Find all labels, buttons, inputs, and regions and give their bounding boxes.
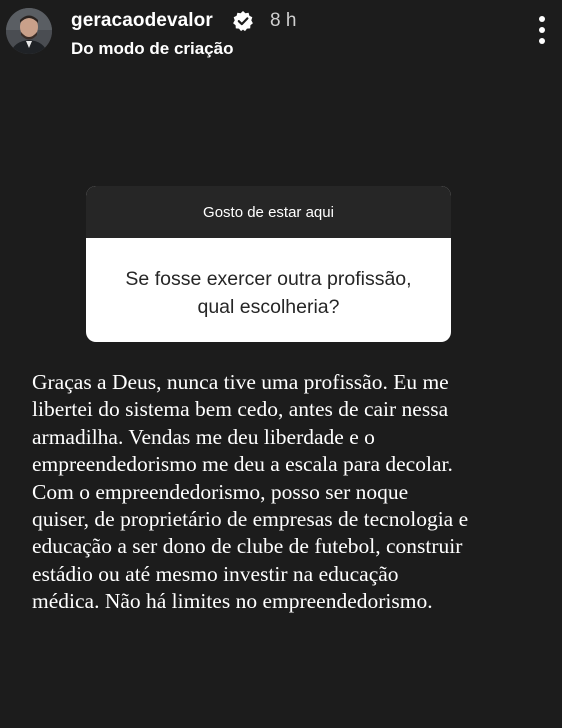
question-sticker[interactable]: Gosto de estar aqui Se fosse exercer out… — [86, 186, 451, 342]
story-view: geracaodevalor 8 h Do modo de criação Go… — [0, 0, 562, 728]
post-time: 8 h — [270, 10, 297, 31]
answer-line: Com o empreendedorismo, posso ser noque — [32, 479, 409, 504]
story-subtitle: Do modo de criação — [71, 39, 234, 58]
verified-badge-icon — [233, 11, 253, 32]
answer-line: médica. Não há limites no empreendedoris… — [32, 589, 433, 614]
sticker-question: Se fosse exercer outra profissão, qual e… — [96, 265, 441, 321]
avatar[interactable] — [6, 8, 52, 54]
sticker-header-text: Gosto de estar aqui — [203, 204, 334, 221]
answer-line: estádio ou até mesmo investir na educaçã… — [32, 561, 399, 586]
answer-line: empreendedorismo me deu a escala para de… — [32, 452, 453, 477]
answer-line: educação a ser dono de clube de futebol,… — [32, 534, 463, 559]
sticker-question-line: qual escolheria? — [197, 296, 340, 318]
answer-text: Graças a Deus, nunca tive uma profissão.… — [32, 369, 557, 616]
answer-line: armadilha. Vendas me deu liberdade e o — [32, 424, 375, 449]
username[interactable]: geracaodevalor — [71, 10, 213, 32]
answer-line: quiser, de proprietário de empresas de t… — [32, 507, 469, 532]
more-options-button[interactable] — [530, 14, 554, 50]
avatar-photo-icon — [6, 8, 52, 54]
more-vertical-icon — [539, 16, 545, 22]
answer-line: Graças a Deus, nunca tive uma profissão.… — [32, 370, 449, 394]
answer-line: libertei do sistema bem cedo, antes de c… — [32, 397, 449, 422]
story-header: geracaodevalor 8 h Do modo de criação — [0, 0, 562, 64]
sticker-question-line: Se fosse exercer outra profissão, — [125, 268, 412, 290]
